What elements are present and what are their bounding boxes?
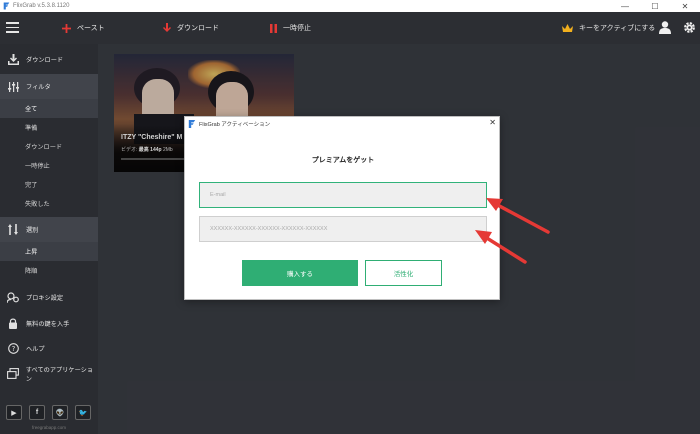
sort-arrows-icon (6, 223, 20, 237)
activation-dialog: FlixGrab アクティベーション ✕ プレミアムをゲット E-mail XX… (184, 116, 500, 300)
facebook-icon[interactable]: f (29, 405, 45, 420)
filter-sliders-icon (6, 80, 20, 94)
filter-label: 全て (25, 106, 38, 113)
sort-descending[interactable]: 降順 (0, 261, 98, 280)
sidebar-item-label: 選別 (26, 227, 39, 234)
filter-completed[interactable]: 完了 (0, 175, 98, 194)
flixgrab-logo-icon (188, 119, 196, 128)
filter-all[interactable]: 全て (0, 99, 98, 118)
email-field[interactable]: E-mail (199, 182, 487, 208)
sidebar-item-filter[interactable]: フィルタ (0, 74, 98, 99)
activate-key-button[interactable]: キーをアクティブにする (562, 12, 655, 44)
crown-icon (562, 23, 573, 32)
download-tray-icon (6, 53, 20, 67)
dialog-title: FlixGrab アクティベーション (199, 121, 271, 128)
maximize-button[interactable]: ☐ (640, 0, 670, 12)
proxy-network-icon (6, 291, 20, 305)
help-circle-icon: ? (6, 342, 20, 356)
sidebar-item-proxy[interactable]: プロキシ設定 (0, 285, 98, 310)
sidebar-item-label: ヘルプ (26, 346, 45, 353)
sort-ascending[interactable]: 上昇 (0, 242, 98, 261)
dialog-heading: プレミアムをゲット (311, 157, 375, 164)
reddit-icon[interactable]: 👽 (52, 405, 68, 420)
email-placeholder: E-mail (210, 192, 226, 198)
minimize-button[interactable]: — (610, 0, 640, 12)
user-icon[interactable] (659, 21, 671, 34)
pause-label: 一時停止 (283, 25, 311, 32)
download-arrow-icon (163, 23, 171, 32)
paste-button[interactable]: ペースト (62, 12, 105, 44)
social-links: ▶ f 👽 🐦 (6, 405, 91, 420)
filter-ready[interactable]: 準備 (0, 118, 98, 137)
pause-icon (270, 23, 277, 33)
sidebar-item-free-key[interactable]: 無料の鍵を入手 (0, 311, 98, 336)
window-titlebar: FlixGrab v.5.3.8.1120 — ☐ ✕ (0, 0, 700, 12)
sidebar-item-download[interactable]: ダウンロード (0, 47, 98, 72)
download-label: ダウンロード (177, 25, 219, 32)
twitter-icon[interactable]: 🐦 (75, 405, 91, 420)
site-link[interactable]: freegrabapp.com (0, 425, 98, 430)
filter-downloading[interactable]: ダウンロード (0, 137, 98, 156)
menu-icon[interactable] (6, 22, 19, 33)
lock-icon (6, 317, 20, 331)
plus-icon (62, 23, 71, 33)
activate-key-label: キーをアクティブにする (579, 25, 656, 32)
close-window-button[interactable]: ✕ (670, 0, 700, 12)
filter-label: ダウンロード (25, 144, 63, 151)
download-button[interactable]: ダウンロード (163, 12, 219, 44)
filter-label: 一時停止 (25, 163, 50, 170)
sidebar-item-sort[interactable]: 選別 (0, 217, 98, 242)
close-icon[interactable]: ✕ (489, 118, 496, 127)
pause-button[interactable]: 一時停止 (270, 12, 311, 44)
sort-label: 降順 (25, 268, 38, 275)
window-controls: — ☐ ✕ (610, 0, 700, 12)
svg-text:?: ? (11, 345, 15, 353)
youtube-icon[interactable]: ▶ (6, 405, 22, 420)
paste-label: ペースト (77, 25, 105, 32)
sidebar-item-label: ダウンロード (26, 57, 64, 64)
filter-label: 失敗した (25, 201, 50, 208)
toolbar: ペースト ダウンロード 一時停止 キーをアクティブにする (0, 12, 700, 44)
license-key-field[interactable]: XXXXXX-XXXXXX-XXXXXX-XXXXXX-XXXXXX (199, 216, 487, 242)
filter-paused[interactable]: 一時停止 (0, 156, 98, 175)
filter-label: 完了 (25, 182, 38, 189)
activate-button[interactable]: 活性化 (365, 260, 442, 286)
sidebar-item-label: プロキシ設定 (26, 295, 64, 302)
flixgrab-logo-icon (3, 2, 10, 10)
buy-button[interactable]: 購入する (242, 260, 358, 286)
sidebar-item-all-apps[interactable]: すべてのアプリケーション (0, 361, 98, 386)
apps-windows-icon (6, 367, 20, 381)
filter-failed[interactable]: 失敗した (0, 194, 98, 213)
sidebar-item-label: フィルタ (26, 84, 51, 91)
filter-label: 準備 (25, 125, 38, 132)
license-key-placeholder: XXXXXX-XXXXXX-XXXXXX-XXXXXX-XXXXXX (210, 226, 328, 232)
sidebar-item-help[interactable]: ? ヘルプ (0, 336, 98, 361)
window-title: FlixGrab v.5.3.8.1120 (13, 3, 70, 9)
sidebar: ダウンロード フィルタ 全て 準備 ダウンロード 一時停止 完了 失敗した 選別… (0, 44, 98, 434)
sidebar-item-label: 無料の鍵を入手 (26, 321, 70, 328)
dialog-titlebar: FlixGrab アクティベーション ✕ (185, 117, 501, 130)
sidebar-item-label: すべてのアプリケーション (25, 366, 94, 383)
settings-gear-icon[interactable] (683, 21, 696, 34)
sort-label: 上昇 (25, 249, 38, 256)
